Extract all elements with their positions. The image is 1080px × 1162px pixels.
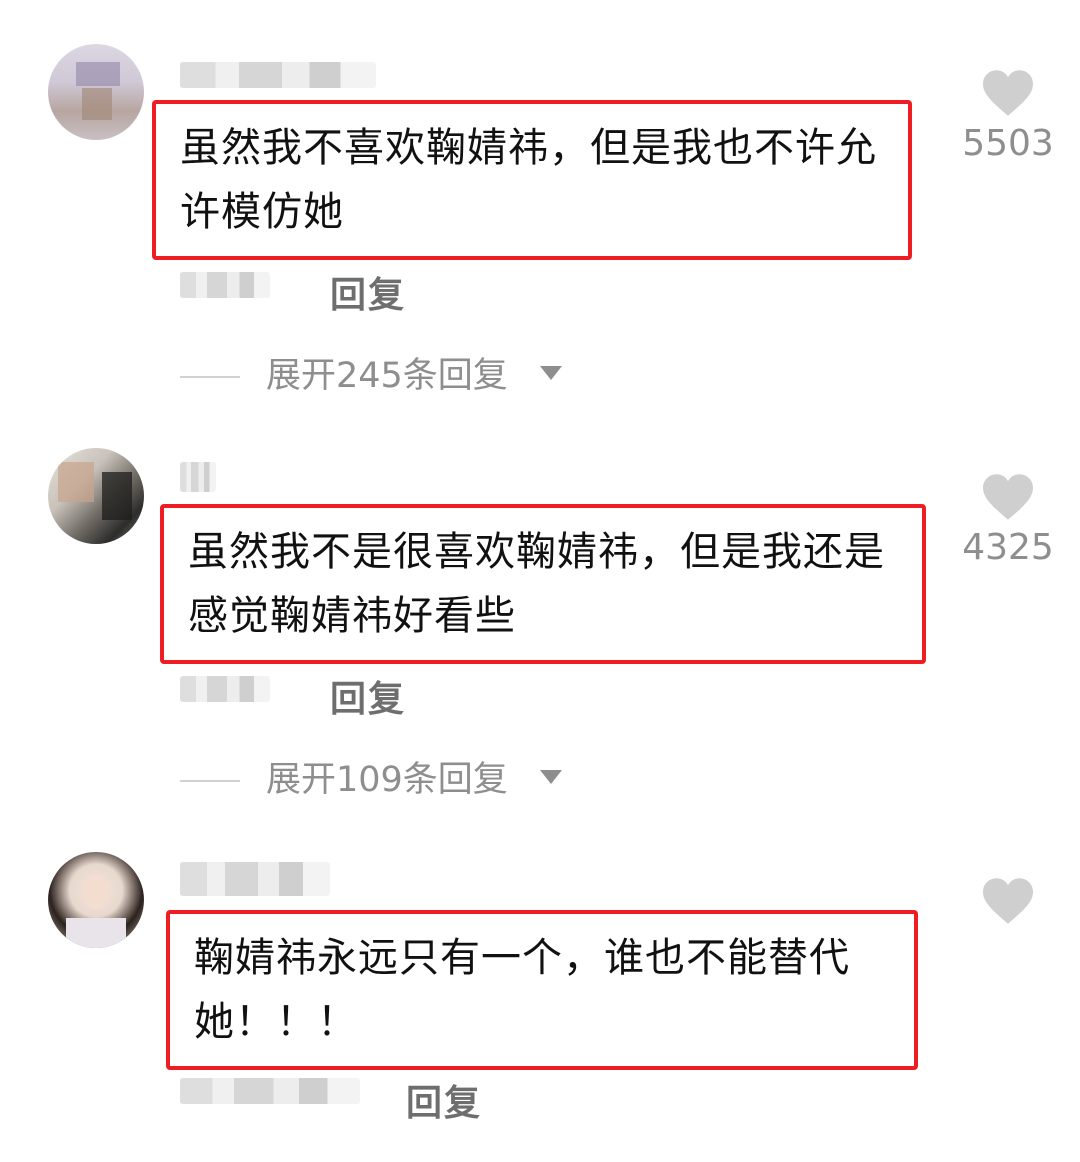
comment-text-highlighted: 虽然我不是很喜欢鞠婧祎，但是我还是感觉鞠婧祎好看些 (160, 504, 926, 664)
caret-down-icon (540, 770, 562, 784)
username-blurred[interactable] (180, 862, 330, 896)
expand-replies-label: 展开109条回复 (266, 760, 508, 800)
like-button[interactable] (958, 876, 1058, 974)
avatar[interactable] (48, 448, 144, 544)
comment-text-highlighted: 鞠婧祎永远只有一个，谁也不能替代她！！！ (166, 910, 918, 1070)
heart-icon (983, 70, 1033, 116)
expand-replies[interactable]: 展开245条回复 (180, 356, 580, 396)
reply-button[interactable]: 回复 (406, 1074, 482, 1126)
comment-text: 虽然我不喜欢鞠婧祎，但是我也不许允许模仿她 (180, 125, 877, 235)
avatar[interactable] (48, 852, 144, 948)
comment-item: 鞠婧祎永远只有一个，谁也不能替代她！！！ 回复 (0, 852, 1080, 1152)
avatar[interactable] (48, 44, 144, 140)
like-count: 5503 (962, 123, 1054, 164)
like-count: 4325 (962, 527, 1054, 568)
comment-item: 虽然我不是很喜欢鞠婧祎，但是我还是感觉鞠婧祎好看些 4325 回复 展开109条… (0, 448, 1080, 808)
comment-text-highlighted: 虽然我不喜欢鞠婧祎，但是我也不许允许模仿她 (152, 100, 912, 260)
expand-replies-label: 展开245条回复 (266, 356, 508, 396)
like-button[interactable]: 5503 (958, 68, 1058, 166)
timestamp-blurred (180, 1078, 360, 1104)
divider (180, 780, 240, 782)
caret-down-icon (540, 366, 562, 380)
like-count (958, 930, 1058, 974)
timestamp-blurred (180, 676, 270, 702)
like-button[interactable]: 4325 (958, 472, 1058, 570)
heart-icon (983, 474, 1033, 520)
reply-button[interactable]: 回复 (330, 670, 406, 722)
reply-button[interactable]: 回复 (330, 266, 406, 318)
comment-text: 鞠婧祎永远只有一个，谁也不能替代她！！！ (194, 935, 850, 1045)
heart-icon (983, 878, 1033, 924)
username-blurred[interactable] (180, 462, 216, 492)
comment-text: 虽然我不是很喜欢鞠婧祎，但是我还是感觉鞠婧祎好看些 (188, 529, 885, 639)
timestamp-blurred (180, 272, 270, 298)
username-blurred[interactable] (180, 62, 376, 88)
comment-item: 虽然我不喜欢鞠婧祎，但是我也不许允许模仿她 5503 回复 展开245条回复 (0, 44, 1080, 404)
divider (180, 376, 240, 378)
expand-replies[interactable]: 展开109条回复 (180, 760, 580, 800)
